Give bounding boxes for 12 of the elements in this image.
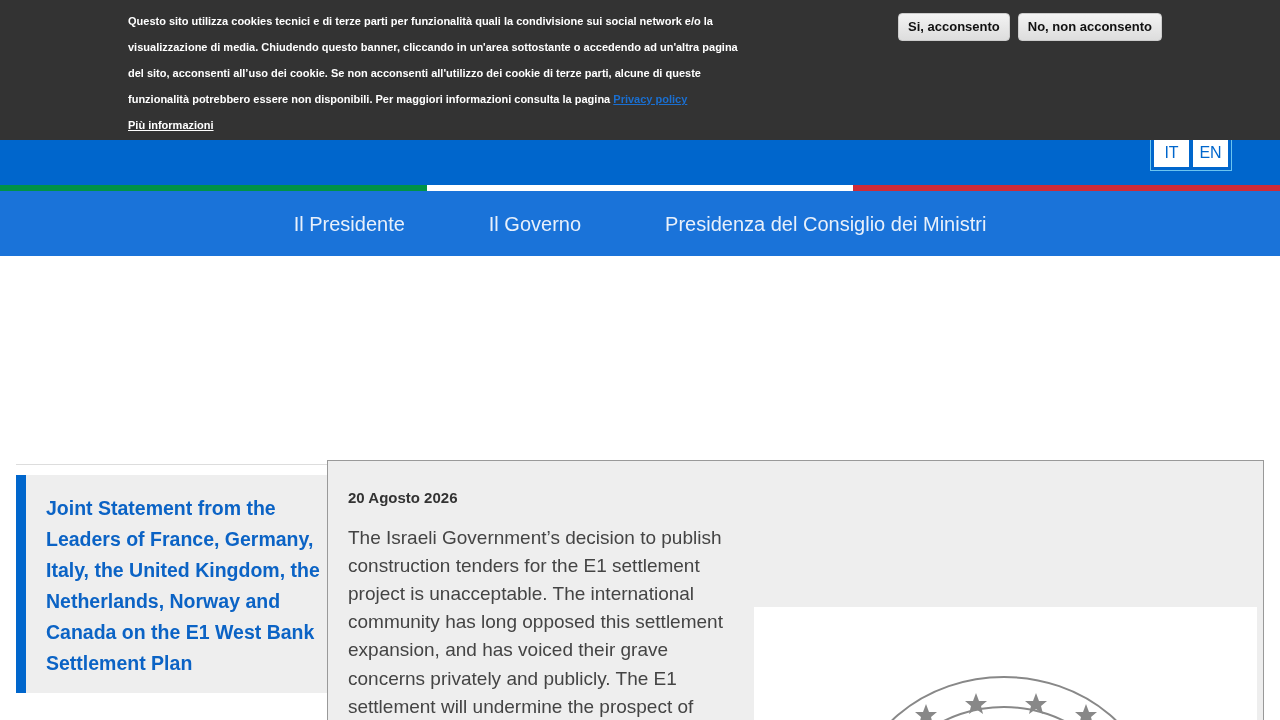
more-info-link[interactable]: Più informazioni — [128, 116, 214, 134]
language-button[interactable]: EN — [1193, 139, 1228, 167]
sidebar-item[interactable]: Joint Statement from the Leaders of France, Germany, Italy, the United Kingdom, the Netherlands, Norway and Canada on the E1 West Bank Settlement Plan — [16, 475, 327, 693]
nav-link[interactable]: Il Governo — [488, 208, 582, 239]
nav-link[interactable]: Il Presidente — [293, 208, 405, 239]
article-date: 20 Agosto 2026 — [348, 488, 459, 508]
article-text: The Israeli Government’s decision to publish construction tenders for the E1 settlement project is unacceptable. The international community has long opposed this settlement expansion, and has voiced their grave concerns privately and publicly. The E1 settlement will undermine the prospect of — [348, 525, 724, 719]
decline-button[interactable]: No, non acconsento — [1017, 13, 1162, 41]
language-button[interactable]: IT — [1154, 139, 1189, 167]
cookie-notice-text: Questo sito utilizza cookies tecnici e di terze parti per funzionalità quali la condivisione sui social network e/o la visualizzazione di media. Chiudendo questo banner, cliccando in un'area sottostante o accedendo ad un'altra pagina del sito, acconsenti all’uso dei cookie. Se non acconsenti all'utilizzo dei cookie di terze parti, alcune di queste funzionalità potrebbero essere non disponibili. Per maggiori informazioni consulta la pagina Privacy policy — [128, 14, 739, 107]
nav-link[interactable]: Presidenza del Consiglio dei Ministri — [665, 208, 987, 239]
accept-button[interactable]: Si, acconsento — [898, 13, 1010, 41]
